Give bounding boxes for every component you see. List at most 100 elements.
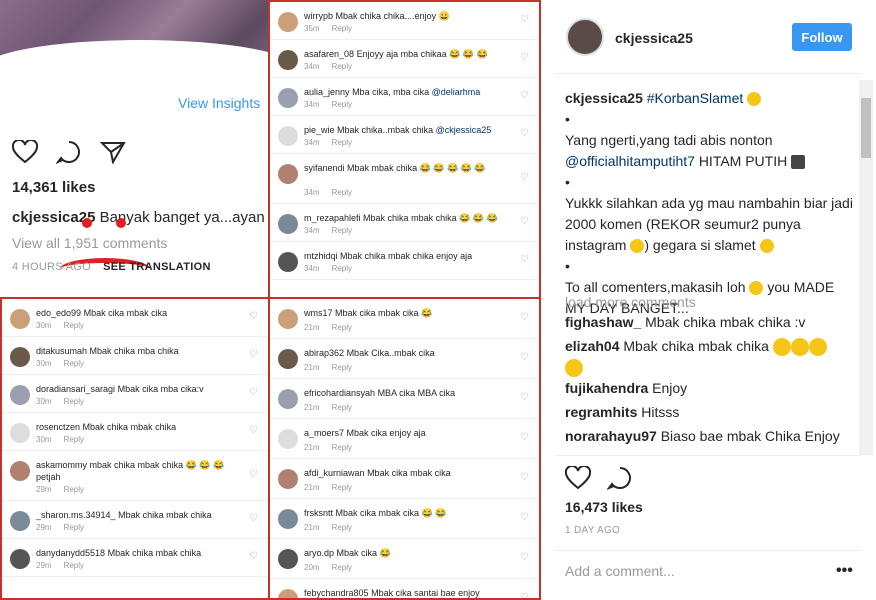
heart-icon[interactable]: ♡: [520, 552, 529, 563]
reply-button[interactable]: Reply: [332, 24, 352, 33]
reply-button[interactable]: Reply: [332, 443, 352, 452]
more-options-icon[interactable]: •••: [836, 562, 853, 580]
avatar[interactable]: [278, 164, 298, 184]
caption-username[interactable]: ckjessica25: [565, 90, 643, 106]
heart-icon[interactable]: [565, 466, 591, 490]
heart-icon[interactable]: ♡: [249, 469, 258, 480]
comment-username[interactable]: asafaren_08: [304, 49, 354, 59]
reply-button[interactable]: Reply: [64, 359, 84, 368]
comment-icon[interactable]: [607, 466, 633, 490]
heart-icon[interactable]: ♡: [520, 216, 529, 227]
reply-button[interactable]: Reply: [332, 188, 352, 197]
comment-username[interactable]: rosenctzen: [36, 422, 80, 432]
comment-username[interactable]: aulia_jenny: [304, 87, 350, 97]
heart-icon[interactable]: ♡: [520, 432, 529, 443]
follow-button[interactable]: Follow: [792, 23, 852, 51]
avatar[interactable]: [566, 18, 604, 56]
reply-button[interactable]: Reply: [332, 563, 352, 572]
reply-button[interactable]: Reply: [332, 226, 352, 235]
reply-button[interactable]: Reply: [64, 321, 84, 330]
heart-icon[interactable]: ♡: [249, 513, 258, 524]
comment-icon[interactable]: [56, 140, 82, 164]
avatar[interactable]: [278, 349, 298, 369]
see-translation-link[interactable]: SEE TRANSLATION: [103, 261, 211, 273]
reply-button[interactable]: Reply: [64, 435, 84, 444]
load-more-comments[interactable]: load more comments: [565, 294, 696, 310]
heart-icon[interactable]: ♡: [520, 352, 529, 363]
avatar[interactable]: [10, 385, 30, 405]
avatar[interactable]: [10, 511, 30, 531]
heart-icon[interactable]: ♡: [520, 472, 529, 483]
avatar[interactable]: [278, 389, 298, 409]
scrollbar-thumb[interactable]: [861, 98, 871, 158]
likes-count[interactable]: 16,473 likes: [565, 499, 643, 515]
comment-username[interactable]: _sharon.ms.34914_: [36, 510, 116, 520]
heart-icon[interactable]: ♡: [520, 90, 529, 101]
heart-icon[interactable]: ♡: [520, 14, 529, 25]
reply-button[interactable]: Reply: [64, 561, 84, 570]
mention-link[interactable]: @ckjessica25: [436, 125, 492, 135]
comment-username[interactable]: ditakusumah: [36, 346, 87, 356]
avatar[interactable]: [10, 461, 30, 481]
avatar[interactable]: [278, 509, 298, 529]
mention-link[interactable]: @deliarhma: [432, 87, 481, 97]
avatar[interactable]: [278, 214, 298, 234]
comment-username[interactable]: abirap362: [304, 348, 344, 358]
comment-username[interactable]: m_rezapahlefi: [304, 213, 361, 223]
avatar[interactable]: [10, 347, 30, 367]
heart-icon[interactable]: ♡: [520, 254, 529, 265]
reply-button[interactable]: Reply: [332, 523, 352, 532]
reply-button[interactable]: Reply: [64, 397, 84, 406]
hashtag-link[interactable]: #KorbanSlamet: [647, 90, 744, 106]
view-all-comments[interactable]: View all 1,951 comments: [12, 235, 167, 251]
avatar[interactable]: [278, 469, 298, 489]
avatar[interactable]: [10, 423, 30, 443]
avatar[interactable]: [278, 88, 298, 108]
avatar[interactable]: [278, 50, 298, 70]
heart-icon[interactable]: ♡: [520, 392, 529, 403]
heart-icon[interactable]: ♡: [249, 425, 258, 436]
likes-count[interactable]: 14,361 likes: [12, 179, 95, 196]
mention-link[interactable]: @officialhitamputiht7: [565, 153, 695, 169]
heart-icon[interactable]: ♡: [249, 349, 258, 360]
reply-button[interactable]: Reply: [64, 485, 84, 494]
reply-button[interactable]: Reply: [332, 363, 352, 372]
reply-button[interactable]: Reply: [64, 523, 84, 532]
heart-icon[interactable]: ♡: [520, 592, 529, 598]
reply-button[interactable]: Reply: [332, 403, 352, 412]
avatar[interactable]: [10, 309, 30, 329]
add-comment-input[interactable]: Add a comment...: [565, 563, 675, 579]
heart-icon[interactable]: ♡: [520, 52, 529, 63]
reply-button[interactable]: Reply: [332, 323, 352, 332]
comment-username[interactable]: regramhits: [565, 404, 637, 420]
heart-icon[interactable]: ♡: [520, 128, 529, 139]
avatar[interactable]: [278, 429, 298, 449]
heart-icon[interactable]: ♡: [520, 512, 529, 523]
comment-username[interactable]: norarahayu97: [565, 428, 657, 444]
avatar[interactable]: [278, 589, 298, 598]
reply-button[interactable]: Reply: [332, 264, 352, 273]
heart-icon[interactable]: ♡: [520, 172, 529, 183]
comment-username[interactable]: wirrypb: [304, 11, 333, 21]
share-icon[interactable]: [100, 140, 126, 164]
avatar[interactable]: [278, 12, 298, 32]
comment-username[interactable]: edo_edo99: [36, 308, 81, 318]
avatar[interactable]: [278, 549, 298, 569]
comment-username[interactable]: frsksntt: [304, 508, 333, 518]
comment-username[interactable]: mtzhidqi: [304, 251, 338, 261]
heart-icon[interactable]: [12, 140, 38, 164]
comment-username[interactable]: fighashaw_: [565, 314, 641, 330]
heart-icon[interactable]: ♡: [249, 551, 258, 562]
avatar[interactable]: [278, 252, 298, 272]
heart-icon[interactable]: ♡: [520, 312, 529, 323]
reply-button[interactable]: Reply: [332, 100, 352, 109]
avatar[interactable]: [278, 126, 298, 146]
comment-username[interactable]: wms17: [304, 308, 333, 318]
comment-username[interactable]: fujikahendra: [565, 380, 648, 396]
comment-username[interactable]: doradiansari_saragi: [36, 384, 115, 394]
heart-icon[interactable]: ♡: [249, 311, 258, 322]
comment-username[interactable]: febychandra805: [304, 588, 369, 598]
comment-username[interactable]: afdi_kurniawan: [304, 468, 365, 478]
reply-button[interactable]: Reply: [332, 483, 352, 492]
reply-button[interactable]: Reply: [332, 138, 352, 147]
